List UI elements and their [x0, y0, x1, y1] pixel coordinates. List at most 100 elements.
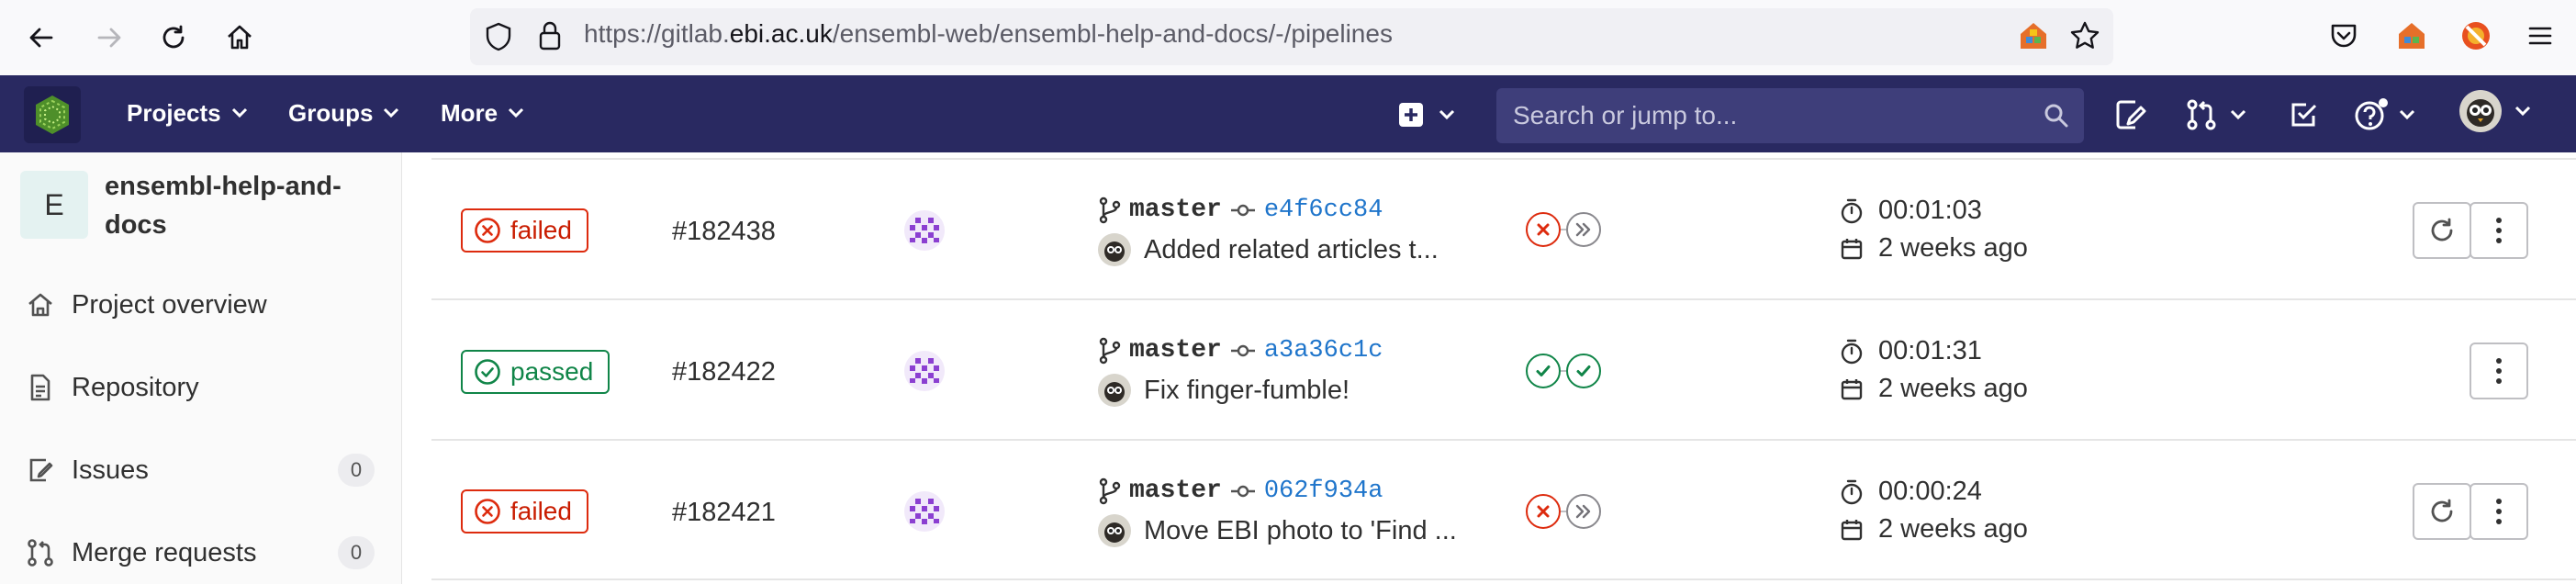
help-dropdown[interactable] — [2354, 95, 2416, 134]
extension-icon[interactable] — [2018, 20, 2049, 51]
stage-skipped-button[interactable] — [1566, 494, 1601, 529]
reload-button[interactable] — [152, 17, 195, 59]
search-icon — [2044, 104, 2068, 128]
commit-sha-link[interactable]: a3a36c1c — [1264, 337, 1383, 365]
more-actions-button[interactable] — [2470, 202, 2528, 259]
branch-name[interactable]: master — [1129, 477, 1222, 505]
gitlab-logo[interactable] — [24, 86, 81, 143]
author-avatar[interactable] — [1098, 374, 1131, 407]
forward-button[interactable] — [88, 17, 130, 59]
sidebar-item-label: Merge requests — [72, 537, 257, 567]
merge-requests-dropdown[interactable] — [2185, 95, 2247, 134]
retry-icon — [2431, 218, 2453, 241]
commit-message-link[interactable]: Move EBI photo to 'Find ... — [1144, 516, 1457, 546]
stage-failed-button[interactable] — [1526, 212, 1561, 247]
projects-menu[interactable]: Projects — [127, 97, 249, 129]
calendar-icon — [1841, 519, 1863, 540]
sidebar-item-project-overview[interactable]: Project overview — [26, 285, 375, 325]
document-icon — [30, 374, 50, 401]
row-divider — [431, 578, 2576, 580]
pocket-icon[interactable] — [2328, 20, 2359, 51]
chevron-down-icon — [1439, 109, 1455, 120]
status-badge[interactable]: passed — [461, 350, 610, 394]
stage-passed-button[interactable] — [1566, 354, 1601, 388]
commit-sha-link[interactable]: 062f934a — [1264, 477, 1383, 505]
blocker-extension-icon[interactable] — [2460, 20, 2492, 51]
back-button[interactable] — [20, 17, 62, 59]
web-ide-button[interactable] — [2113, 95, 2146, 134]
bookmark-star-icon[interactable] — [2069, 20, 2100, 51]
author-avatar[interactable] — [1098, 514, 1131, 547]
stage-skipped-button[interactable] — [1566, 212, 1601, 247]
more-actions-button[interactable] — [2470, 343, 2528, 399]
pipeline-id-link[interactable]: #182422 — [672, 357, 776, 387]
stage-passed-button[interactable] — [1526, 354, 1561, 388]
sidebar-item-repository[interactable]: Repository — [26, 367, 375, 408]
branch-icon — [1099, 197, 1121, 223]
commit-message-link[interactable]: Fix finger-fumble! — [1144, 376, 1350, 406]
chevron-down-icon — [2230, 109, 2246, 120]
groups-menu[interactable]: Groups — [288, 97, 400, 129]
merge-request-icon — [28, 539, 53, 567]
issues-count-badge: 0 — [338, 454, 375, 487]
triggerer-avatar[interactable] — [903, 490, 946, 533]
new-item-dropdown[interactable] — [1397, 95, 1456, 134]
todos-button[interactable] — [2288, 95, 2319, 134]
check-icon — [1576, 365, 1591, 376]
commit-icon — [1230, 204, 1255, 216]
status-badge[interactable]: failed — [461, 208, 588, 253]
project-name[interactable]: ensembl-help-and-docs — [105, 167, 380, 244]
sidebar-item-issues[interactable]: Issues 0 — [26, 450, 375, 490]
triggerer-avatar[interactable] — [903, 209, 946, 252]
home-button[interactable] — [218, 17, 261, 59]
app-menu-icon[interactable] — [2526, 22, 2554, 50]
pipeline-duration: 00:01:31 — [1840, 336, 1982, 366]
commit-icon — [1230, 485, 1255, 497]
retry-button[interactable] — [2413, 483, 2471, 540]
search-input[interactable]: Search or jump to... — [1513, 88, 1737, 143]
sidebar-item-merge-requests[interactable]: Merge requests 0 — [26, 533, 375, 573]
close-icon — [1537, 505, 1550, 518]
triggerer-avatar[interactable] — [903, 350, 946, 392]
status-label: failed — [510, 216, 572, 244]
retry-icon — [2431, 499, 2453, 522]
hexagon-logo-icon — [36, 95, 69, 134]
branch-name[interactable]: master — [1129, 336, 1222, 365]
more-actions-button[interactable] — [2470, 483, 2528, 540]
pipeline-finished: 2 weeks ago — [1840, 374, 2028, 404]
status-badge[interactable]: failed — [461, 489, 588, 533]
todo-checkbox-icon — [2291, 103, 2317, 127]
pipeline-stages — [1526, 354, 1601, 388]
pipeline-id-link[interactable]: #182438 — [672, 217, 776, 247]
chevron-down-icon — [2514, 106, 2531, 117]
timer-icon — [1841, 198, 1863, 223]
calendar-icon — [1841, 238, 1863, 259]
url-text[interactable]: https://gitlab.ebi.ac.uk/ensembl-web/ens… — [584, 19, 1393, 49]
commit-ref: master 062f934a — [1098, 477, 1383, 505]
sidebar-item-label: Project overview — [72, 289, 267, 320]
project-avatar[interactable]: E — [20, 171, 88, 239]
groups-menu-label: Groups — [288, 98, 374, 127]
timer-icon — [1841, 479, 1863, 504]
tracking-shield-icon[interactable] — [485, 22, 512, 51]
search-box[interactable]: Search or jump to... — [1496, 88, 2084, 143]
kebab-menu-icon — [2496, 499, 2502, 524]
retry-button[interactable] — [2413, 202, 2471, 259]
commit-ref: master e4f6cc84 — [1098, 196, 1383, 224]
pipeline-duration: 00:00:24 — [1840, 477, 1982, 507]
author-avatar[interactable] — [1098, 233, 1131, 266]
extension-home-icon[interactable] — [2396, 20, 2427, 51]
pipeline-id-link[interactable]: #182421 — [672, 498, 776, 528]
more-menu-label: More — [441, 98, 498, 127]
lock-icon[interactable] — [538, 20, 562, 51]
pipeline-stages — [1526, 494, 1601, 529]
commit-message-link[interactable]: Added related articles t... — [1144, 235, 1439, 265]
commit-sha-link[interactable]: e4f6cc84 — [1264, 197, 1383, 224]
branch-name[interactable]: master — [1129, 196, 1222, 224]
more-menu[interactable]: More — [441, 97, 525, 129]
stage-failed-button[interactable] — [1526, 494, 1561, 529]
skipped-icon — [1575, 222, 1591, 237]
help-icon — [2355, 98, 2388, 130]
user-menu[interactable] — [2458, 90, 2532, 132]
web-ide-icon — [2116, 100, 2146, 129]
